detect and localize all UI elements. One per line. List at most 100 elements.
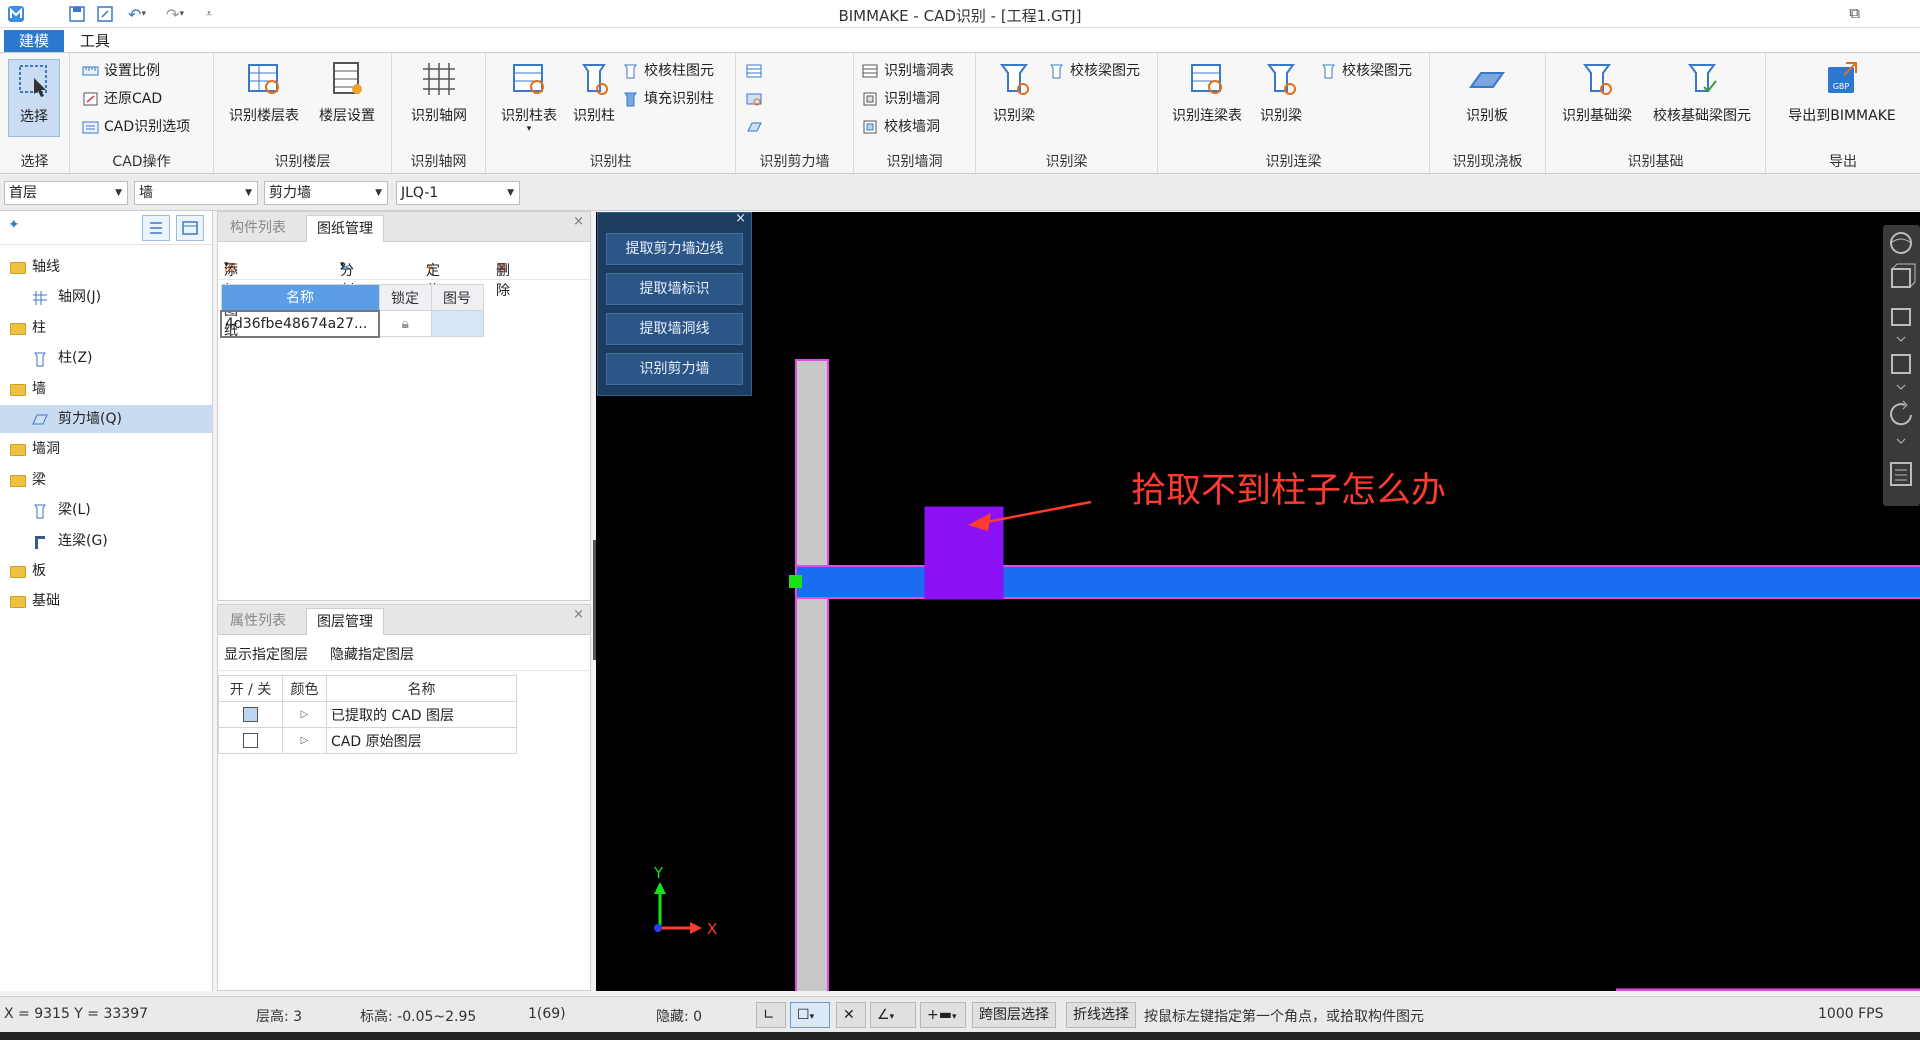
identify-column-button[interactable]: 识别柱: [566, 59, 622, 125]
select-box-toggle-icon[interactable]: ☐▾: [790, 1002, 830, 1028]
check-column-button[interactable]: 校核柱图元: [620, 59, 714, 83]
top-view-icon[interactable]: [1891, 308, 1911, 342]
floor-settings-button[interactable]: 楼层设置: [310, 59, 384, 125]
tab-modeling[interactable]: 建模: [4, 30, 64, 52]
drawing-name-cell[interactable]: 4d36fbe48674a27...: [220, 309, 380, 338]
cad-options-button[interactable]: CAD识别选项: [80, 115, 190, 139]
close-icon[interactable]: ×: [573, 607, 584, 622]
table-row[interactable]: 4d36fbe48674a27... 🔒︎: [220, 309, 484, 338]
tree-item[interactable]: 剪力墙(Q): [0, 405, 212, 433]
vertical-wall[interactable]: [795, 359, 829, 991]
extract-wall-hole-line-button[interactable]: 提取墙洞线: [606, 313, 743, 345]
show-layer-button[interactable]: 显示指定图层: [224, 644, 308, 664]
orbit-icon[interactable]: [1890, 232, 1912, 254]
lock-icon[interactable]: 🔒︎: [378, 310, 432, 337]
column-header-number[interactable]: 图号: [430, 284, 484, 311]
floor-select[interactable]: 首层 ▼: [4, 181, 128, 205]
restore-window-icon[interactable]: ⧉: [1849, 4, 1860, 22]
shear-wall-check-button[interactable]: [744, 115, 768, 139]
layer-checkbox-unchecked[interactable]: [243, 733, 258, 748]
ortho-toggle-icon[interactable]: ∟: [756, 1002, 786, 1028]
identify-slab-button[interactable]: 识别板: [1448, 59, 1526, 125]
snap-cross-icon[interactable]: ✕: [836, 1002, 866, 1028]
subtype-select[interactable]: 剪力墙 ▼: [264, 181, 388, 205]
set-scale-button[interactable]: 设置比例: [80, 59, 160, 83]
expand-arrow-icon[interactable]: ▷: [282, 727, 327, 754]
identify-link-beam-button[interactable]: 识别梁: [1252, 59, 1310, 125]
tree-item[interactable]: 连梁(G): [0, 527, 212, 555]
tab-drawing-management[interactable]: 图纸管理: [306, 215, 384, 242]
restore-cad-button[interactable]: 还原CAD: [80, 87, 162, 111]
pin-icon[interactable]: ✦: [8, 217, 20, 233]
tree-item[interactable]: 墙洞: [0, 435, 212, 463]
drawing-canvas[interactable]: Y X 拾取不到柱子怎么办: [596, 212, 1920, 991]
dropdown-arrow-icon[interactable]: ▾: [494, 125, 564, 134]
identify-axis-grid-button[interactable]: 识别轴网: [400, 59, 478, 125]
check-beam-button[interactable]: 校核梁图元: [1046, 59, 1140, 83]
export-to-bimmake-button[interactable]: GBP 导出到BIMMAKE: [1774, 59, 1910, 125]
identify-floor-table-button[interactable]: 识别楼层表: [224, 59, 304, 125]
check-link-beam-button[interactable]: 校核梁图元: [1318, 59, 1412, 83]
identify-column-table-button[interactable]: 识别柱表 ▾: [494, 59, 564, 134]
fill-identify-column-button[interactable]: 填充识别柱: [620, 87, 714, 111]
tab-tools[interactable]: 工具: [70, 30, 120, 52]
axis-grid-icon: [423, 63, 455, 95]
front-view-icon[interactable]: [1891, 354, 1911, 390]
extract-wall-edge-button[interactable]: 提取剪力墙边线: [606, 233, 743, 265]
tab-layer-management[interactable]: 图层管理: [306, 608, 384, 635]
column-header-toggle[interactable]: 开 / 关: [218, 675, 283, 702]
tree-item[interactable]: 基础: [0, 587, 212, 615]
tree-item[interactable]: 柱: [0, 314, 212, 342]
tree-item[interactable]: 轴线: [0, 253, 212, 281]
tree-item[interactable]: 柱(Z): [0, 344, 212, 372]
drawing-number-cell[interactable]: [430, 310, 484, 337]
elevation-readout: 标高: -0.05~2.95: [360, 1009, 477, 1025]
group-cad-operations: 设置比例 还原CAD CAD识别选项 CAD操作: [70, 53, 214, 175]
wall-endpoint-marker[interactable]: [789, 575, 802, 588]
column-header-lock[interactable]: 锁定: [378, 284, 432, 311]
identify-link-beam-table-button[interactable]: 识别连梁表: [1166, 59, 1248, 125]
list-view-icon[interactable]: [142, 215, 170, 241]
tree-item[interactable]: 梁: [0, 466, 212, 494]
select-button[interactable]: 选择: [8, 59, 60, 137]
identify-beam-button[interactable]: 识别梁: [984, 59, 1044, 125]
view-3d-icon[interactable]: [1891, 263, 1916, 288]
folder-icon: [10, 383, 26, 396]
rotate-icon[interactable]: [1890, 400, 1912, 444]
identify-foundation-beam-button[interactable]: 识别基础梁: [1554, 59, 1640, 125]
shear-wall-identify-button[interactable]: [744, 87, 768, 111]
table-row[interactable]: ▷ CAD 原始图层: [218, 727, 517, 754]
offset-snap-icon[interactable]: +▬▾: [920, 1002, 966, 1028]
close-icon[interactable]: ×: [735, 211, 746, 226]
column-header-color[interactable]: 颜色: [282, 675, 327, 702]
table-row[interactable]: ▷ 已提取的 CAD 图层: [218, 701, 517, 728]
cross-layer-select-button[interactable]: 跨图层选择: [972, 1002, 1056, 1028]
tab-component-list[interactable]: 构件列表: [220, 215, 296, 242]
detail-view-icon[interactable]: [176, 215, 204, 241]
component-select[interactable]: JLQ-1 ▼: [396, 181, 520, 205]
identify-shear-wall-button[interactable]: 识别剪力墙: [606, 353, 743, 385]
column-header-layer-name[interactable]: 名称: [326, 675, 517, 702]
polyline-select-button[interactable]: 折线选择: [1066, 1002, 1136, 1028]
column-header-name[interactable]: 名称: [220, 284, 380, 311]
shear-wall-table-button[interactable]: [744, 59, 768, 83]
chevron-down-icon: ▼: [375, 188, 382, 198]
hide-layer-button[interactable]: 隐藏指定图层: [330, 644, 414, 664]
extract-wall-mark-button[interactable]: 提取墙标识: [606, 273, 743, 305]
layer-checkbox-checked[interactable]: [243, 707, 258, 722]
x-axis-label: X: [707, 920, 717, 938]
expand-arrow-icon[interactable]: ▷: [282, 701, 327, 728]
tree-item[interactable]: 墙: [0, 375, 212, 403]
identify-wall-hole-button[interactable]: 识别墙洞: [860, 87, 940, 111]
tab-property-list[interactable]: 属性列表: [220, 608, 296, 635]
close-icon[interactable]: ×: [573, 214, 584, 229]
tree-item[interactable]: 梁(L): [0, 496, 212, 524]
tree-item[interactable]: 轴网(J): [0, 283, 212, 311]
identify-wall-hole-table-button[interactable]: 识别墙洞表: [860, 59, 954, 83]
type-select[interactable]: 墙 ▼: [134, 181, 258, 205]
check-foundation-beam-button[interactable]: 校核基础梁图元: [1644, 59, 1760, 125]
check-wall-hole-button[interactable]: 校核墙洞: [860, 115, 940, 139]
layer-view-icon[interactable]: [1890, 462, 1912, 486]
tree-item[interactable]: 板: [0, 557, 212, 585]
angle-snap-icon[interactable]: ∠▾: [870, 1002, 916, 1028]
